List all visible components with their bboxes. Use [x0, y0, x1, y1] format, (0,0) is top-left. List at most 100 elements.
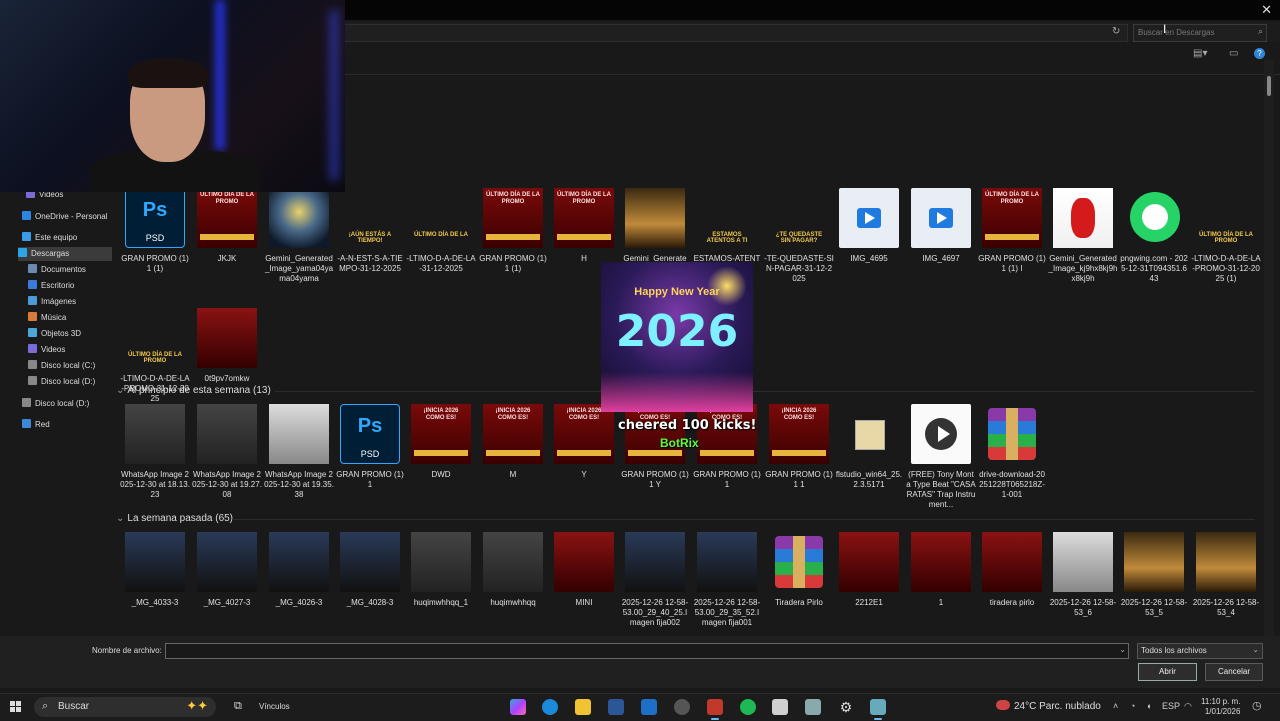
sidebar-item[interactable]: Objetos 3D [28, 327, 81, 341]
brave-icon[interactable] [707, 699, 723, 720]
open-button[interactable]: Abrir [1138, 663, 1197, 681]
copilot-icon[interactable] [510, 699, 526, 715]
scrollbar-thumb[interactable] [1267, 76, 1271, 96]
file-item[interactable]: 2025-12-26 12-58-53.00_29_40_25.Imagen f… [620, 532, 690, 628]
vertical-scrollbar[interactable] [1264, 60, 1274, 636]
mail-icon[interactable] [641, 699, 657, 715]
sidebar-item[interactable]: Disco local (D:) [22, 397, 89, 411]
file-item[interactable]: 2025-12-26 12-58-53_6 [1048, 532, 1118, 618]
file-item[interactable]: 0t9pv7omkw [192, 308, 262, 384]
spotify-icon[interactable] [740, 699, 756, 715]
file-item[interactable]: _MG_4033-3 [120, 532, 190, 608]
app-icon[interactable] [805, 699, 821, 715]
clock[interactable]: 11:10 p. m. 1/01/2026 [1201, 697, 1240, 717]
file-item[interactable]: tiradera pirlo [977, 532, 1047, 608]
sidebar-item[interactable]: Disco local (C:) [28, 359, 95, 373]
search-box[interactable]: Buscar en Descargas ⌕ [1133, 24, 1267, 42]
file-item[interactable]: 1 [906, 532, 976, 608]
file-item[interactable]: Tiradera Pirlo [764, 532, 834, 608]
file-explorer-icon[interactable] [575, 699, 591, 715]
file-item[interactable]: WhatsApp Image 2025-12-30 at 18.13.23 [120, 404, 190, 500]
sidebar-item[interactable]: OneDrive - Personal [22, 210, 107, 224]
file-item[interactable]: ÚLTIMO DÍA DE LA -LTIMO-D-A-DE-LA-31-12-2… [406, 188, 476, 274]
app-icon[interactable] [870, 699, 886, 720]
preview-pane-icon[interactable]: ▭ [1229, 48, 1238, 59]
taskbar-search[interactable]: ⌕ Buscar ✦✦ [34, 697, 216, 717]
file-item[interactable]: ÚLTIMO DÍA DE LA PROMO JKJK [192, 188, 262, 264]
file-name: -TE-QUEDASTE-SIN-PAGAR-31-12-2025 [764, 254, 834, 283]
cancel-button[interactable]: Cancelar [1205, 663, 1263, 681]
file-item[interactable]: WhatsApp Image 2025-12-30 at 19.27.08 [192, 404, 262, 500]
file-item[interactable]: MINI [549, 532, 619, 608]
obs-icon[interactable] [674, 699, 690, 715]
file-item[interactable]: Gemini_Generated_Image_kj9hx8kj9hx8kj9h [1048, 188, 1118, 284]
file-item[interactable]: ÚLTIMO DÍA DE LA PROMO H [549, 188, 619, 264]
sidebar-item[interactable]: Imágenes [28, 295, 76, 309]
settings-gear-icon[interactable]: ⚙ [838, 699, 854, 715]
help-icon[interactable]: ? [1254, 48, 1265, 59]
file-item[interactable]: Ps PSD GRAN PROMO (1) 1 [335, 404, 405, 490]
file-item[interactable]: ¡INICIA 2026 COMO ES! DWD [406, 404, 476, 480]
file-item[interactable]: 2025-12-26 12-58-53_4 [1191, 532, 1261, 618]
app-icon[interactable] [772, 699, 788, 715]
file-item[interactable]: ¡INICIA 2026 COMO ES! Y [549, 404, 619, 480]
file-item[interactable]: ¡AÚN ESTÁS A TIEMPO! -A-N-EST-S-A-TIEMPO-… [335, 188, 405, 274]
task-view-icon[interactable]: ⧉ [234, 700, 242, 713]
store-icon[interactable] [608, 699, 624, 715]
file-item[interactable]: ¡INICIA 2026 COMO ES! GRAN PROMO (1) 1 [692, 404, 762, 490]
network-icon[interactable]: ◔ [1130, 701, 1135, 711]
file-item[interactable]: pngwing.com - 2025-12-31T094351.643 [1119, 188, 1189, 284]
file-item[interactable]: WhatsApp Image 2025-12-30 at 19.35.38 [264, 404, 334, 500]
file-item[interactable]: 2025-12-26 12-58-53_5 [1119, 532, 1189, 618]
file-item[interactable]: _MG_4026-3 [264, 532, 334, 608]
chevron-down-icon[interactable]: ⌄ [1119, 645, 1126, 654]
file-item[interactable]: huqimwhhqq_1 [406, 532, 476, 608]
language-indicator[interactable]: ESP [1162, 701, 1180, 711]
filename-input[interactable]: ⌄ [165, 643, 1129, 659]
chevron-up-icon[interactable]: ˄ [1113, 701, 1118, 711]
file-item[interactable]: ¡INICIA 2026 COMO ES! GRAN PROMO (1) 1 1 [764, 404, 834, 490]
group-header-last-week[interactable]: ⌄ La semana pasada (65) [116, 513, 233, 524]
file-item[interactable]: huqimwhhqq [478, 532, 548, 608]
file-item[interactable]: Ps PSD GRAN PROMO (1) 1 (1) [120, 188, 190, 274]
file-item[interactable]: (FREE) Tony Monta Type Beat "CASA RATAS"… [906, 404, 976, 510]
file-item[interactable]: ÚLTIMO DÍA DE LA PROMO GRAN PROMO (1) 1 (… [478, 188, 548, 274]
file-item[interactable]: ¡INICIA 2026 COMO ES! M [478, 404, 548, 480]
file-item[interactable]: ÚLTIMO DÍA DE LA PROMO -LTIMO-D-A-DE-LA-P… [120, 308, 190, 404]
file-item[interactable]: ESTAMOS ATENTOS A TI ESTAMOS-ATENT [692, 188, 762, 264]
file-item[interactable]: 2025-12-26 12-58-53.00_29_35_52.Imagen f… [692, 532, 762, 628]
file-item[interactable]: ¿TE QUEDASTE SIN PAGAR? -TE-QUEDASTE-SIN-… [764, 188, 834, 284]
edge-icon[interactable] [542, 699, 558, 715]
sidebar-item-label: Descargas [31, 249, 70, 258]
file-item[interactable]: _MG_4028-3 [335, 532, 405, 608]
volume-icon[interactable]: ◖ [1146, 701, 1151, 711]
filetype-select[interactable]: Todos los archivos ⌄ [1137, 643, 1263, 659]
weather-widget[interactable]: 24°C Parc. nublado [996, 700, 1101, 712]
sidebar-item[interactable]: Descargas [18, 247, 112, 261]
file-item[interactable]: flstudio_win64_25.2.3.5171 [834, 404, 904, 490]
sidebar-item[interactable]: Videos [28, 343, 65, 357]
file-item[interactable]: IMG_4697 [906, 188, 976, 264]
refresh-icon[interactable]: ↻ [1112, 26, 1120, 37]
address-bar[interactable] [330, 24, 1128, 42]
file-item[interactable]: Gemini_Generated_Image_yama04yama04yama [264, 188, 334, 284]
file-item[interactable]: ÚLTIMO DÍA DE LA PROMO GRAN PROMO (1) 1 (… [977, 188, 1047, 274]
close-window-button[interactable]: ✕ [1261, 2, 1272, 18]
sidebar-item[interactable]: Música [28, 311, 66, 325]
windows-start-icon[interactable] [10, 701, 22, 713]
file-item[interactable]: Gemini_Generate [620, 188, 690, 264]
links-toolbar[interactable]: Vínculos [259, 702, 290, 711]
notification-icon[interactable]: ◷ [1252, 699, 1262, 712]
sidebar-item[interactable]: Este equipo [22, 231, 77, 245]
sidebar-item[interactable]: Red [22, 418, 50, 432]
sidebar-item[interactable]: Escritorio [28, 279, 74, 293]
sidebar-item[interactable]: Disco local (D:) [28, 375, 95, 389]
file-item[interactable]: ÚLTIMO DÍA DE LA PROMO -LTIMO-D-A-DE-LA-P… [1191, 188, 1261, 284]
wifi-icon[interactable]: ◠ [1184, 701, 1192, 712]
sidebar-item[interactable]: Documentos [28, 263, 86, 277]
file-item[interactable]: IMG_4695 [834, 188, 904, 264]
file-item[interactable]: drive-download-20251228T065218Z-1-001 [977, 404, 1047, 500]
file-item[interactable]: 2212E1 [834, 532, 904, 608]
view-options-icon[interactable]: ▤▾ [1193, 48, 1207, 59]
file-item[interactable]: _MG_4027-3 [192, 532, 262, 608]
